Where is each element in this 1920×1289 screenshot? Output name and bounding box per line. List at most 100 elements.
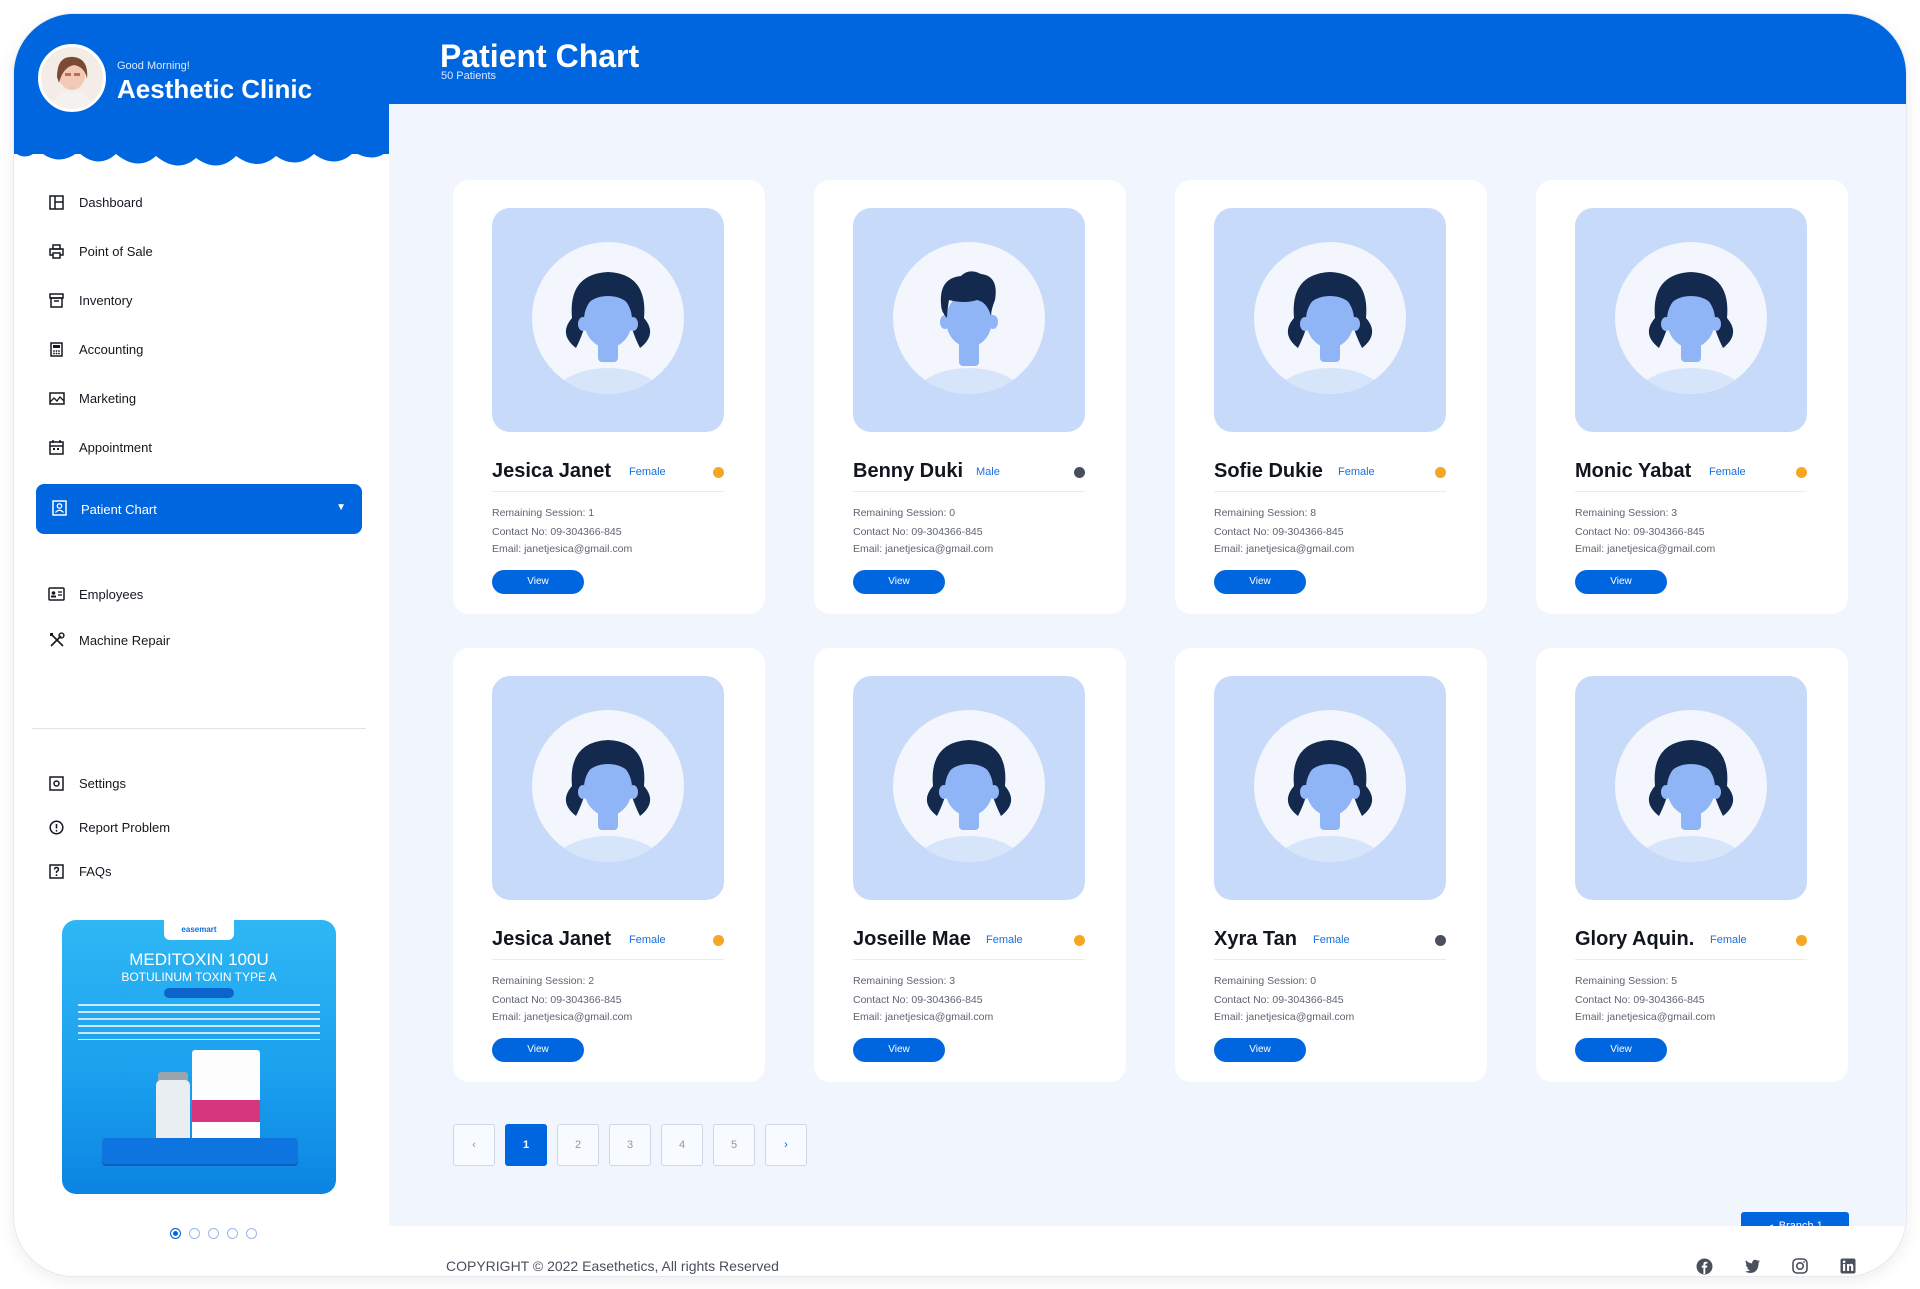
view-button[interactable]: View — [492, 1038, 584, 1062]
image-icon — [48, 390, 65, 407]
email: Email: janetjesica@gmail.com — [1214, 543, 1355, 555]
dashboard-icon — [48, 194, 65, 211]
help-icon — [48, 863, 65, 880]
status-dot — [1435, 467, 1446, 478]
status-dot — [1796, 467, 1807, 478]
patient-card: Monic Yabat Female Remaining Session: 3 … — [1536, 180, 1848, 614]
status-dot — [713, 935, 724, 946]
sidebar-item-patient-chart[interactable]: Patient Chart ▼ — [36, 484, 362, 534]
sidebar-item-employees[interactable]: Employees — [48, 579, 143, 609]
sidebar-item-machine-repair[interactable]: Machine Repair — [48, 625, 170, 655]
email: Email: janetjesica@gmail.com — [1575, 543, 1716, 555]
patient-chart-icon — [52, 499, 67, 519]
page-button[interactable]: 1 — [505, 1124, 547, 1166]
status-dot — [1074, 935, 1085, 946]
sidebar-item-label: Patient Chart — [81, 501, 157, 517]
patient-avatar-image — [853, 208, 1085, 432]
alert-icon — [48, 819, 65, 836]
twitter-icon[interactable] — [1743, 1257, 1761, 1275]
prev-page-button[interactable]: ‹ — [453, 1124, 495, 1166]
contact-number: Contact No: 09-304366-845 — [1575, 994, 1705, 1006]
sidebar-item-dashboard[interactable]: Dashboard — [48, 187, 143, 217]
view-button[interactable]: View — [492, 570, 584, 594]
sidebar-item-accounting[interactable]: Accounting — [48, 334, 143, 364]
view-button[interactable]: View — [853, 1038, 945, 1062]
card-divider — [1575, 959, 1807, 960]
view-button[interactable]: View — [1575, 570, 1667, 594]
card-divider — [1214, 491, 1446, 492]
product-box-image — [192, 1050, 260, 1148]
sidebar-item-report-problem[interactable]: Report Problem — [48, 812, 170, 842]
page-button[interactable]: 5 — [713, 1124, 755, 1166]
page-button[interactable]: 4 — [661, 1124, 703, 1166]
avatar[interactable] — [38, 44, 106, 112]
email: Email: janetjesica@gmail.com — [853, 1011, 994, 1023]
ad-banner[interactable]: easemart MEDITOXIN 100U BOTULINUM TOXIN … — [62, 920, 336, 1194]
carousel-dot[interactable] — [208, 1228, 219, 1239]
email: Email: janetjesica@gmail.com — [492, 1011, 633, 1023]
patient-gender: Female — [629, 466, 666, 478]
carousel-dots — [170, 1228, 257, 1239]
sidebar-item-inventory[interactable]: Inventory — [48, 285, 132, 315]
sidebar-item-settings[interactable]: Settings — [48, 768, 126, 798]
view-button[interactable]: View — [1214, 570, 1306, 594]
remaining-session: Remaining Session: 5 — [1575, 975, 1678, 987]
sidebar-item-marketing[interactable]: Marketing — [48, 383, 136, 413]
patient-gender: Female — [1710, 934, 1747, 946]
sidebar-divider — [32, 728, 366, 729]
facebook-icon[interactable] — [1695, 1257, 1713, 1275]
patient-card: Xyra Tan Female Remaining Session: 0 Con… — [1175, 648, 1487, 1082]
patient-avatar-image — [1575, 208, 1807, 432]
sidebar-item-label: Employees — [79, 586, 144, 602]
ad-title: MEDITOXIN 100U — [129, 950, 269, 969]
contact-number: Contact No: 09-304366-845 — [853, 994, 983, 1006]
sidebar-item-faqs[interactable]: FAQs — [48, 856, 112, 886]
page-button[interactable]: 3 — [609, 1124, 651, 1166]
patient-gender: Female — [1313, 934, 1350, 946]
email: Email: janetjesica@gmail.com — [1575, 1011, 1716, 1023]
patient-gender: Male — [976, 466, 1000, 478]
remaining-session: Remaining Session: 0 — [853, 507, 956, 519]
sidebar-item-point-of-sale[interactable]: Point of Sale — [48, 236, 153, 266]
patient-card: Glory Aquin. Female Remaining Session: 5… — [1536, 648, 1848, 1082]
cloud-decoration — [14, 136, 389, 166]
patient-avatar-image — [492, 208, 724, 432]
status-dot — [1074, 467, 1085, 478]
view-button[interactable]: View — [1214, 1038, 1306, 1062]
clinic-name: Aesthetic Clinic — [117, 74, 313, 104]
patient-avatar-image — [1214, 676, 1446, 900]
sidebar-item-label: FAQs — [79, 863, 112, 879]
instagram-icon[interactable] — [1791, 1257, 1809, 1275]
carousel-dot[interactable] — [246, 1228, 257, 1239]
patient-card: Joseille Mae Female Remaining Session: 3… — [814, 648, 1126, 1082]
card-divider — [853, 959, 1085, 960]
contact-number: Contact No: 09-304366-845 — [1214, 994, 1344, 1006]
carousel-dot[interactable] — [227, 1228, 238, 1239]
patient-gender: Female — [1709, 466, 1746, 478]
copyright-text: COPYRIGHT © 2022 Easethetics, All rights… — [446, 1258, 779, 1274]
contact-number: Contact No: 09-304366-845 — [853, 526, 983, 538]
next-page-button[interactable]: › — [765, 1124, 807, 1166]
patient-name: Sofie Dukie — [1214, 460, 1323, 482]
patient-name: Benny Duki — [853, 460, 964, 482]
contact-number: Contact No: 09-304366-845 — [492, 994, 622, 1006]
profile-panel: Good Morning! Aesthetic Clinic — [14, 14, 389, 154]
carousel-dot[interactable] — [189, 1228, 200, 1239]
card-divider — [1214, 959, 1446, 960]
patient-name: Monic Yabat — [1575, 460, 1692, 482]
linkedin-icon[interactable] — [1839, 1257, 1857, 1275]
carousel-dot[interactable] — [170, 1228, 181, 1239]
view-button[interactable]: View — [1575, 1038, 1667, 1062]
page-button[interactable]: 2 — [557, 1124, 599, 1166]
status-dot — [1796, 935, 1807, 946]
vial-image — [156, 1080, 190, 1144]
id-card-icon — [48, 586, 65, 603]
sidebar-item-appointment[interactable]: Appointment — [48, 432, 152, 462]
patient-count: 50 Patients — [441, 70, 497, 82]
caret-down-icon: ▼ — [336, 502, 346, 513]
remaining-session: Remaining Session: 8 — [1214, 507, 1317, 519]
view-button[interactable]: View — [853, 570, 945, 594]
printer-icon — [48, 243, 65, 260]
calculator-icon — [48, 341, 65, 358]
patient-avatar-image — [492, 676, 724, 900]
